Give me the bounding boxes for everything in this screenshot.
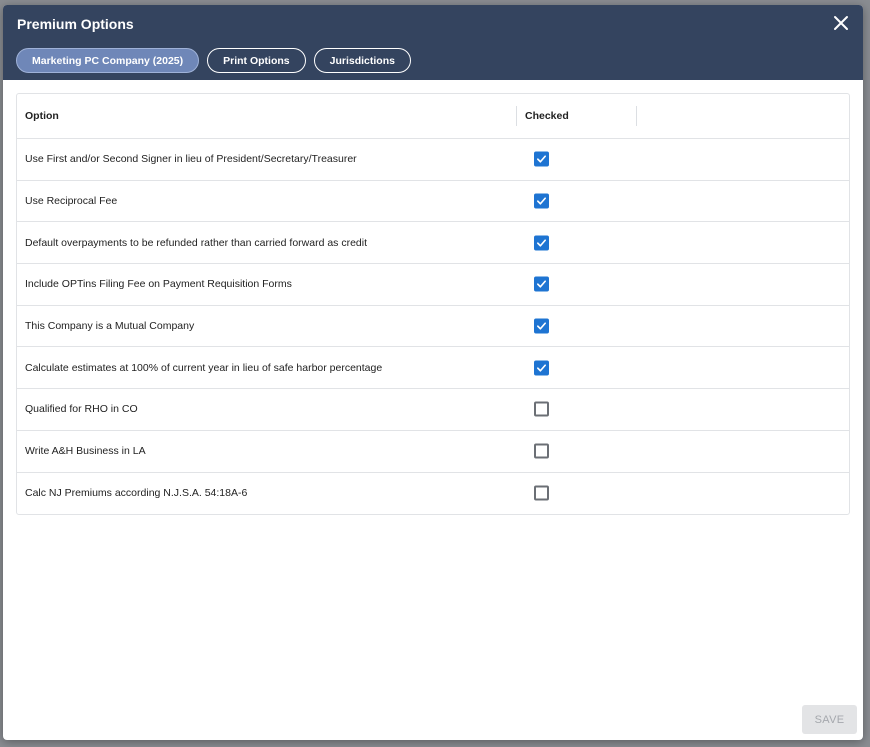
save-button[interactable]: SAVE: [802, 705, 857, 734]
table-row: Default overpayments to be refunded rath…: [17, 222, 849, 265]
dialog-header: Premium Options Marketing PC Company (20…: [3, 5, 863, 80]
option-checkbox[interactable]: [534, 276, 549, 292]
option-label: This Company is a Mutual Company: [25, 320, 195, 333]
table-row: Qualified for RHO in CO: [17, 389, 849, 431]
option-checkbox[interactable]: [534, 318, 549, 334]
option-label: Default overpayments to be refunded rath…: [25, 236, 368, 249]
table-row: Include OPTins Filing Fee on Payment Req…: [17, 264, 849, 306]
option-checkbox[interactable]: [534, 443, 549, 459]
tab-bar: Marketing PC Company (2025) Print Options…: [16, 48, 411, 73]
option-checkbox[interactable]: [534, 360, 549, 376]
table-row: Calc NJ Premiums according N.J.S.A. 54:1…: [17, 473, 849, 515]
check-icon: [537, 155, 546, 163]
table-row: Write A&H Business in LA: [17, 431, 849, 473]
tab-jurisdictions[interactable]: Jurisdictions: [313, 48, 411, 73]
premium-options-dialog: Premium Options Marketing PC Company (20…: [3, 5, 863, 740]
table-body: Use First and/or Second Signer in lieu o…: [17, 139, 849, 514]
option-label: Include OPTins Filing Fee on Payment Req…: [25, 278, 292, 291]
dialog-title: Premium Options: [17, 16, 134, 32]
option-label: Calc NJ Premiums according N.J.S.A. 54:1…: [25, 487, 248, 500]
option-label: Write A&H Business in LA: [25, 445, 146, 458]
option-checkbox[interactable]: [534, 151, 549, 167]
option-checkbox[interactable]: [534, 193, 549, 209]
table-row: This Company is a Mutual Company: [17, 306, 849, 348]
check-icon: [537, 197, 546, 205]
table-row: Use Reciprocal Fee: [17, 181, 849, 223]
column-separator[interactable]: [636, 106, 637, 126]
column-header-option[interactable]: Option: [25, 94, 59, 138]
option-label: Qualified for RHO in CO: [25, 403, 138, 416]
option-label: Calculate estimates at 100% of current y…: [25, 361, 383, 374]
table-row: Calculate estimates at 100% of current y…: [17, 347, 849, 390]
option-label: Use First and/or Second Signer in lieu o…: [25, 153, 357, 166]
options-table: Option Checked Use First and/or Second S…: [16, 93, 850, 516]
table-row: Use First and/or Second Signer in lieu o…: [17, 139, 849, 181]
option-checkbox[interactable]: [534, 401, 549, 417]
option-checkbox[interactable]: [534, 235, 549, 251]
table-header: Option Checked: [17, 94, 849, 139]
tab-marketing-pc-company-2025[interactable]: Marketing PC Company (2025): [16, 48, 200, 73]
check-icon: [537, 364, 546, 372]
check-icon: [537, 322, 546, 330]
tab-print-options[interactable]: Print Options: [207, 48, 306, 73]
option-checkbox[interactable]: [534, 485, 549, 501]
check-icon: [537, 280, 546, 288]
option-label: Use Reciprocal Fee: [25, 195, 118, 208]
check-icon: [537, 239, 546, 247]
close-icon[interactable]: [833, 15, 849, 31]
column-separator[interactable]: [516, 106, 517, 126]
column-header-checked[interactable]: Checked: [525, 94, 569, 138]
